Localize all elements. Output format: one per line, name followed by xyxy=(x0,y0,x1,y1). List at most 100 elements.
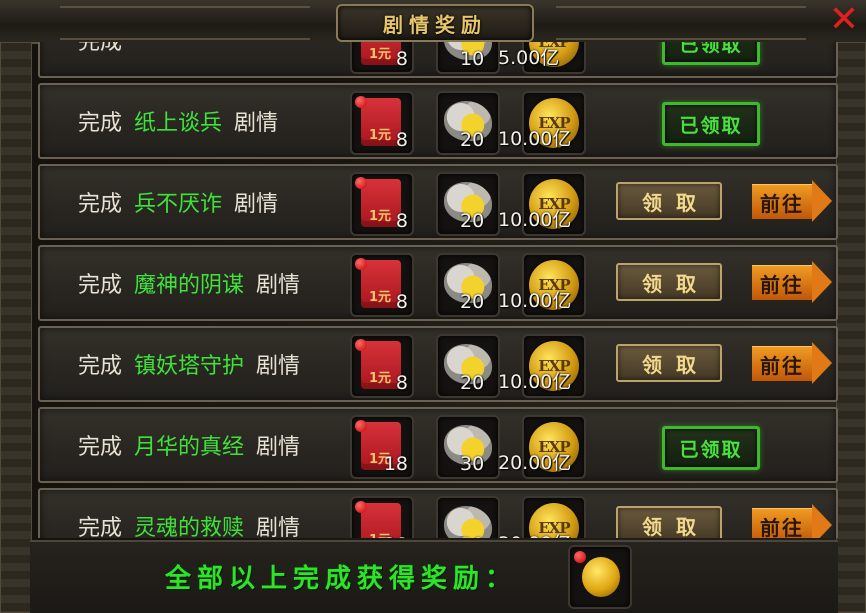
left-border xyxy=(0,42,32,613)
goto-label: 前往 xyxy=(752,184,812,219)
task-suffix: 剧情 xyxy=(256,435,301,460)
arrow-right-icon xyxy=(812,180,832,222)
reward-slot-envelope[interactable]: 1元28 xyxy=(350,496,414,538)
goto-button[interactable]: 前往 xyxy=(752,261,834,303)
reward-list[interactable]: 完成 1元 8 10 EXP 5.00亿 已领取 完成 纸上谈兵 剧情 1元 8 20 EXP 10.00亿… xyxy=(38,42,838,538)
task-name: 月华的真经 xyxy=(134,435,245,460)
task-description: 完成 纸上谈兵 剧情 xyxy=(78,85,278,157)
reward-slot-envelope[interactable]: 1元 18 xyxy=(350,415,414,479)
task-name: 兵不厌诈 xyxy=(134,192,223,217)
task-prefix: 完成 xyxy=(78,435,123,460)
exp-count: 10.00亿 xyxy=(498,209,572,231)
arrow-right-icon xyxy=(812,342,832,384)
reward-slot-ore[interactable]: 50 xyxy=(436,496,500,538)
task-description: 完成 兵不厌诈 剧情 xyxy=(78,166,278,238)
claim-button[interactable]: 领取 xyxy=(616,344,722,382)
goto-label: 前往 xyxy=(752,265,812,300)
ore-count: 30 xyxy=(460,453,485,475)
story-reward-window: 剧情奖励 ✕ 完成 1元 8 10 EXP 5.00亿 已领取 完成 纸上谈兵 剧情 1元 8 20 EX… xyxy=(0,0,866,613)
exp-count: 10.00亿 xyxy=(498,290,572,312)
goto-label: 前往 xyxy=(752,346,812,381)
reward-slot-ore[interactable]: 30 xyxy=(436,415,500,479)
reward-row: 完成 兵不厌诈 剧情 1元 8 20 EXP 10.00亿 领取 前往 xyxy=(38,164,838,240)
reward-slot-ore[interactable]: 20 xyxy=(436,253,500,317)
reward-slot-ore[interactable]: 20 xyxy=(436,91,500,155)
red-dot-icon xyxy=(355,339,367,351)
reward-slot-envelope[interactable]: 1元 8 xyxy=(350,91,414,155)
envelope-count: 18 xyxy=(383,453,408,475)
title-plate: 剧情奖励 xyxy=(336,4,534,42)
task-description: 完成 魔神的阴谋 剧情 xyxy=(78,247,300,319)
reward-slot-envelope[interactable]: 1元 8 xyxy=(350,253,414,317)
red-dot-icon xyxy=(355,258,367,270)
reward-slot-exp[interactable]: EXP 10.00亿 xyxy=(498,253,586,317)
claimed-badge: 已领取 xyxy=(662,42,760,65)
reward-slot-envelope[interactable]: 1元 8 xyxy=(350,172,414,236)
red-dot-icon xyxy=(355,177,367,189)
claim-button[interactable]: 领取 xyxy=(616,506,722,538)
reward-slot-exp[interactable]: EXP 10.00亿 xyxy=(498,172,586,236)
envelope-label: 1元 xyxy=(369,209,392,224)
task-suffix: 剧情 xyxy=(234,111,279,136)
red-dot-icon xyxy=(355,501,367,513)
task-description: 完成 月华的真经 剧情 xyxy=(78,409,300,481)
goto-button[interactable]: 前往 xyxy=(752,180,834,222)
goto-label: 前往 xyxy=(752,508,812,538)
task-suffix: 剧情 xyxy=(256,273,301,298)
red-envelope-icon: 1元 xyxy=(355,501,401,538)
final-reward-label: 全部以上完成获得奖励： xyxy=(165,564,518,594)
ore-count: 50 xyxy=(460,534,484,538)
reward-row: 完成 魔神的阴谋 剧情 1元 8 20 EXP 10.00亿 领取 前往 xyxy=(38,245,838,321)
goto-button[interactable]: 前往 xyxy=(752,342,834,384)
final-reward-slot[interactable] xyxy=(568,545,632,609)
goto-button[interactable]: 前往 xyxy=(752,504,834,538)
close-button[interactable]: ✕ xyxy=(824,0,864,40)
title-ornament-right xyxy=(556,6,806,40)
reward-slot-ore[interactable]: 10 xyxy=(436,42,500,74)
reward-slot-envelope[interactable]: 1元 8 xyxy=(350,334,414,398)
exp-count: 10.00亿 xyxy=(498,371,572,393)
task-description: 完成 xyxy=(78,42,146,76)
window-title: 剧情奖励 xyxy=(383,12,487,37)
claim-button[interactable]: 领取 xyxy=(616,182,722,220)
task-name: 镇妖塔守护 xyxy=(134,354,245,379)
reward-row: 完成 纸上谈兵 剧情 1元 8 20 EXP 10.00亿 已领取 xyxy=(38,83,838,159)
claimed-badge: 已领取 xyxy=(662,426,760,470)
task-prefix: 完成 xyxy=(78,111,123,136)
red-dot-icon xyxy=(355,420,367,432)
envelope-label: 1元 xyxy=(369,371,392,386)
exp-count: 5.00亿 xyxy=(498,47,560,69)
reward-row: 完成灵魂的救赎剧情 1元28 50 EXP30.00亿领取前往 xyxy=(38,488,838,538)
reward-row: 完成 月华的真经 剧情 1元 18 30 EXP 20.00亿 已领取 xyxy=(38,407,838,483)
gourd-icon xyxy=(582,557,620,597)
reward-slot-envelope[interactable]: 1元 8 xyxy=(350,42,414,74)
envelope-count: 8 xyxy=(395,291,408,313)
task-name: 灵魂的救赎 xyxy=(134,516,245,538)
claim-button[interactable]: 领取 xyxy=(616,263,722,301)
ore-count: 10 xyxy=(460,48,485,70)
task-prefix: 完成 xyxy=(78,354,123,379)
right-border xyxy=(836,42,866,613)
task-prefix: 完成 xyxy=(78,42,123,55)
reward-slot-exp[interactable]: EXP 20.00亿 xyxy=(498,415,586,479)
reward-slot-ore[interactable]: 20 xyxy=(436,334,500,398)
red-dot-icon xyxy=(574,551,586,563)
envelope-count: 8 xyxy=(395,210,408,232)
reward-slot-exp[interactable]: EXP 5.00亿 xyxy=(498,42,586,74)
task-name: 纸上谈兵 xyxy=(134,111,223,136)
envelope-label: 1元 xyxy=(369,290,392,305)
task-suffix: 剧情 xyxy=(256,516,301,538)
title-bar: 剧情奖励 ✕ xyxy=(0,0,866,44)
reward-slot-exp[interactable]: EXP30.00亿 xyxy=(498,496,586,538)
task-description: 完成 灵魂的救赎 剧情 xyxy=(78,490,300,538)
task-prefix: 完成 xyxy=(78,516,123,538)
reward-slot-ore[interactable]: 20 xyxy=(436,172,500,236)
reward-slot-exp[interactable]: EXP 10.00亿 xyxy=(498,91,586,155)
task-prefix: 完成 xyxy=(78,192,123,217)
envelope-count: 8 xyxy=(395,48,408,70)
envelope-count: 8 xyxy=(395,129,408,151)
arrow-right-icon xyxy=(812,504,832,538)
reward-slot-exp[interactable]: EXP 10.00亿 xyxy=(498,334,586,398)
footer: 全部以上完成获得奖励： xyxy=(30,540,838,613)
reward-row: 完成 1元 8 10 EXP 5.00亿 已领取 xyxy=(38,42,838,78)
